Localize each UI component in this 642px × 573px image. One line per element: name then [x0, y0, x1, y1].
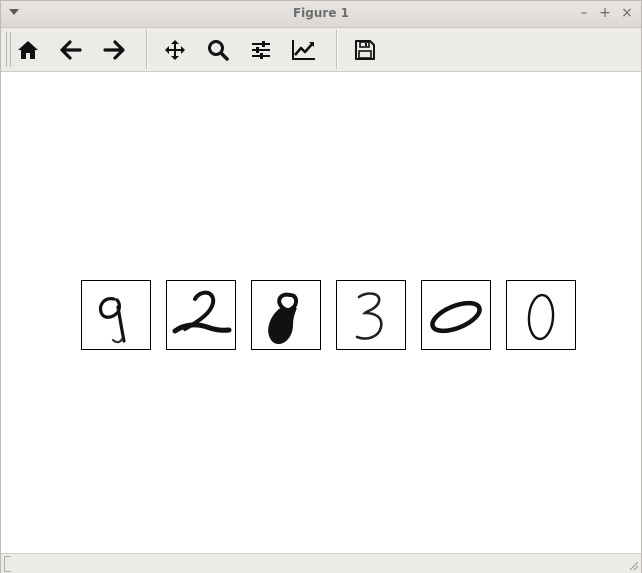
digit-0-drawing	[430, 300, 482, 334]
toolbar-separator	[336, 30, 338, 69]
forward-arrow-icon	[103, 40, 125, 60]
minimize-button[interactable]: –	[575, 4, 593, 22]
figure-window: Figure 1 – + ×	[0, 0, 642, 573]
home-button[interactable]	[12, 34, 44, 66]
digit-image-0	[506, 280, 576, 350]
close-button[interactable]: ×	[618, 4, 636, 22]
digit-image-3	[336, 280, 406, 350]
digit-3-drawing	[355, 292, 383, 340]
home-icon	[18, 41, 38, 59]
resize-grip-icon[interactable]	[627, 559, 639, 571]
forward-button[interactable]	[98, 34, 130, 66]
status-bar	[1, 553, 641, 573]
figure-canvas[interactable]	[1, 72, 641, 553]
digit-9-drawing	[98, 297, 126, 344]
digit-image-2	[166, 280, 236, 350]
back-arrow-icon	[60, 40, 82, 60]
navigation-toolbar	[1, 28, 641, 72]
title-bar[interactable]: Figure 1 – + ×	[1, 1, 641, 28]
pan-button[interactable]	[159, 34, 191, 66]
digit-0-drawing	[527, 293, 555, 341]
zoom-button[interactable]	[202, 34, 234, 66]
digit-image-0	[421, 280, 491, 350]
digit-8-drawing	[268, 292, 299, 344]
pan-icon	[165, 40, 185, 60]
digit-2-drawing	[172, 290, 232, 334]
edit-axes-icon	[292, 40, 315, 60]
toolbar-grip[interactable]	[6, 32, 11, 67]
toolbar-separator	[146, 30, 148, 69]
window-title: Figure 1	[292, 6, 350, 20]
edit-axes-button[interactable]	[288, 34, 320, 66]
digit-image-8	[251, 280, 321, 350]
save-icon	[355, 40, 375, 60]
save-button[interactable]	[349, 34, 381, 66]
status-message-area	[4, 556, 11, 572]
maximize-button[interactable]: +	[596, 4, 614, 22]
back-button[interactable]	[55, 34, 87, 66]
configure-subplots-button[interactable]	[245, 34, 277, 66]
configure-subplots-icon	[252, 41, 270, 59]
zoom-icon	[208, 40, 229, 61]
digit-image-9	[81, 280, 151, 350]
